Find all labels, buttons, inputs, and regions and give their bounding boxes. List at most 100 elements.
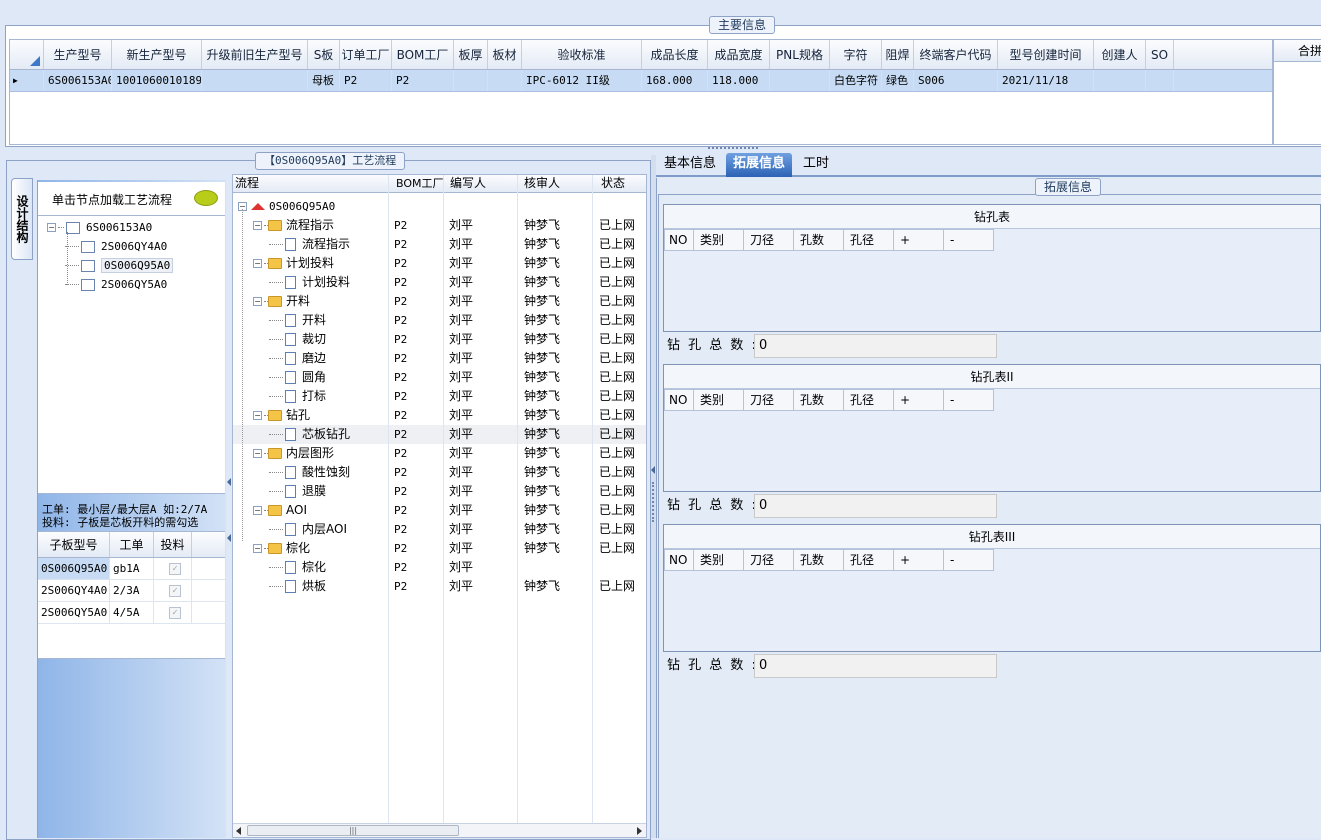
collapse-icon[interactable]: − — [253, 411, 262, 420]
drill-table[interactable]: 钻孔表 NO 类别 刀径 孔数 孔径 + - — [663, 204, 1321, 332]
table-cell[interactable]: 0S006Q95A0 — [38, 558, 110, 579]
left-splitter-arrow-icon[interactable] — [227, 478, 231, 486]
table-cell[interactable]: 白色字符 — [830, 70, 882, 91]
column-header[interactable]: 孔径 — [844, 389, 894, 411]
scroll-right-icon[interactable] — [637, 827, 642, 835]
checkbox-icon[interactable]: ✓ — [169, 585, 181, 597]
process-row[interactable]: 流程指示 P2 刘平 钟梦飞 已上网 — [233, 235, 646, 254]
horizontal-scrollbar[interactable]: ||| — [233, 823, 646, 837]
process-root-node[interactable]: −0S006Q95A0 — [238, 197, 335, 216]
column-header[interactable]: 孔径 — [844, 549, 894, 571]
column-header[interactable]: 终端客户代码 — [914, 40, 998, 69]
drill-table[interactable]: 钻孔表II NO 类别 刀径 孔数 孔径 + - — [663, 364, 1321, 492]
table-cell[interactable]: 2021/11/18 — [998, 70, 1094, 91]
table-cell[interactable]: 4/5A — [110, 602, 154, 623]
table-cell[interactable]: 2S006QY4A0 — [38, 580, 110, 601]
table-cell[interactable]: 168.000 — [642, 70, 708, 91]
tree-node[interactable]: 0S006Q95A0 — [65, 256, 174, 275]
column-header[interactable]: - — [944, 229, 994, 251]
column-header[interactable]: NO — [664, 549, 694, 571]
process-treegrid[interactable]: 流程 BOM工厂 编写人 核审人 状态 −0S006Q95A0− 流程指示 P2 刘平 钟梦飞已… — [232, 174, 647, 838]
table-cell[interactable] — [770, 70, 830, 91]
table-cell[interactable]: P2 — [340, 70, 392, 91]
table-row[interactable]: 2S006QY5A0 4/5A ✓ — [38, 602, 225, 624]
table-cell[interactable] — [202, 70, 308, 91]
column-header[interactable]: S板 — [308, 40, 340, 69]
column-header[interactable]: 投料 — [154, 532, 192, 557]
tab-work-hours[interactable]: 工时 — [796, 153, 836, 177]
process-row[interactable]: − 流程指示 P2 刘平 钟梦飞 已上网 — [233, 216, 646, 235]
column-header[interactable]: 刀径 — [744, 549, 794, 571]
collapse-icon[interactable]: − — [253, 297, 262, 306]
column-header[interactable]: 孔径 — [844, 229, 894, 251]
collapse-icon[interactable]: − — [253, 449, 262, 458]
table-cell[interactable]: 绿色 — [882, 70, 914, 91]
column-header[interactable]: 工单 — [110, 532, 154, 557]
column-header[interactable]: 类别 — [694, 389, 744, 411]
table-cell[interactable]: gb1A — [110, 558, 154, 579]
table-cell[interactable]: 2S006QY5A0 — [38, 602, 110, 623]
column-header[interactable]: NO — [664, 389, 694, 411]
column-header[interactable]: 成品长度 — [642, 40, 708, 69]
column-header[interactable]: 孔数 — [794, 389, 844, 411]
column-header[interactable]: 孔数 — [794, 549, 844, 571]
checkbox-icon[interactable]: ✓ — [169, 563, 181, 575]
column-header[interactable]: 刀径 — [744, 389, 794, 411]
process-row[interactable]: 内层AOI P2 刘平 钟梦飞 已上网 — [233, 520, 646, 539]
feed-checkbox[interactable]: ✓ — [154, 558, 192, 579]
column-header[interactable]: 孔数 — [794, 229, 844, 251]
process-row[interactable]: 磨边 P2 刘平 钟梦飞 已上网 — [233, 349, 646, 368]
scroll-left-icon[interactable] — [236, 827, 241, 835]
table-row[interactable]: ▶ 6S006153A0 10010600101898 母板 P2 P2 IPC-6012… — [10, 70, 1272, 92]
subboard-grid[interactable]: 子板型号 工单 投料 0S006Q95A0 gb1A ✓ 2S006QY4A0 2/3A ✓ 2… — [38, 531, 225, 659]
column-header[interactable]: 板材 — [488, 40, 522, 69]
process-row[interactable]: 计划投料 P2 刘平 钟梦飞 已上网 — [233, 273, 646, 292]
process-row[interactable]: 烘板 P2 刘平 钟梦飞 已上网 — [233, 577, 646, 596]
table-cell[interactable]: 10010600101898 — [112, 70, 202, 91]
checkbox-icon[interactable]: ✓ — [169, 607, 181, 619]
column-header[interactable]: BOM工厂 — [396, 175, 444, 192]
table-cell[interactable] — [1094, 70, 1146, 91]
process-row[interactable]: 裁切 P2 刘平 钟梦飞 已上网 — [233, 330, 646, 349]
table-cell[interactable]: 6S006153A0 — [44, 70, 112, 91]
column-header[interactable]: 型号创建时间 — [998, 40, 1094, 69]
drill-count-field[interactable]: 0 — [754, 654, 997, 678]
collapse-icon[interactable]: − — [253, 544, 262, 553]
process-row[interactable]: 酸性蚀刻 P2 刘平 钟梦飞 已上网 — [233, 463, 646, 482]
process-row[interactable]: − 开料 P2 刘平 钟梦飞 已上网 — [233, 292, 646, 311]
drill-count-field[interactable]: 0 — [754, 334, 997, 358]
table-cell[interactable] — [1146, 70, 1174, 91]
column-header[interactable]: + — [894, 549, 944, 571]
process-row[interactable]: 芯板钻孔 P2 刘平 钟梦飞 已上网 — [233, 425, 646, 444]
column-header[interactable]: 升级前旧生产型号 — [202, 40, 308, 69]
column-header[interactable]: 编写人 — [450, 175, 486, 192]
process-row[interactable]: 开料 P2 刘平 钟梦飞 已上网 — [233, 311, 646, 330]
process-row[interactable]: − AOI P2 刘平 钟梦飞 已上网 — [233, 501, 646, 520]
column-header[interactable]: 成品宽度 — [708, 40, 770, 69]
collapse-icon[interactable]: − — [253, 221, 262, 230]
column-header[interactable]: BOM工厂 — [392, 40, 454, 69]
column-header[interactable]: NO — [664, 229, 694, 251]
column-header[interactable]: 生产型号 — [44, 40, 112, 69]
splitter-grip[interactable] — [708, 147, 758, 151]
tab-basic-info[interactable]: 基本信息 — [658, 153, 722, 177]
process-row[interactable]: 退膜 P2 刘平 钟梦飞 已上网 — [233, 482, 646, 501]
tree-node[interactable]: 2S006QY5A0 — [65, 275, 167, 294]
drill-table[interactable]: 钻孔表III NO 类别 刀径 孔数 孔径 + - — [663, 524, 1321, 652]
column-header[interactable]: 状态 — [601, 175, 625, 192]
column-header[interactable]: 刀径 — [744, 229, 794, 251]
column-header[interactable]: 新生产型号 — [112, 40, 202, 69]
process-row[interactable]: − 棕化 P2 刘平 钟梦飞 已上网 — [233, 539, 646, 558]
feed-checkbox[interactable]: ✓ — [154, 602, 192, 623]
column-header[interactable]: 板厚 — [454, 40, 488, 69]
center-splitter-arrow-icon[interactable] — [651, 466, 655, 474]
table-cell[interactable]: IPC-6012 II级 — [522, 70, 642, 91]
table-cell[interactable] — [488, 70, 522, 91]
column-header[interactable]: 创建人 — [1094, 40, 1146, 69]
column-header[interactable]: 类别 — [694, 229, 744, 251]
collapse-icon[interactable]: − — [47, 223, 56, 232]
column-header[interactable]: - — [944, 389, 994, 411]
column-header[interactable]: + — [894, 389, 944, 411]
table-row[interactable]: 0S006Q95A0 gb1A ✓ — [38, 558, 225, 580]
column-header[interactable]: - — [944, 549, 994, 571]
